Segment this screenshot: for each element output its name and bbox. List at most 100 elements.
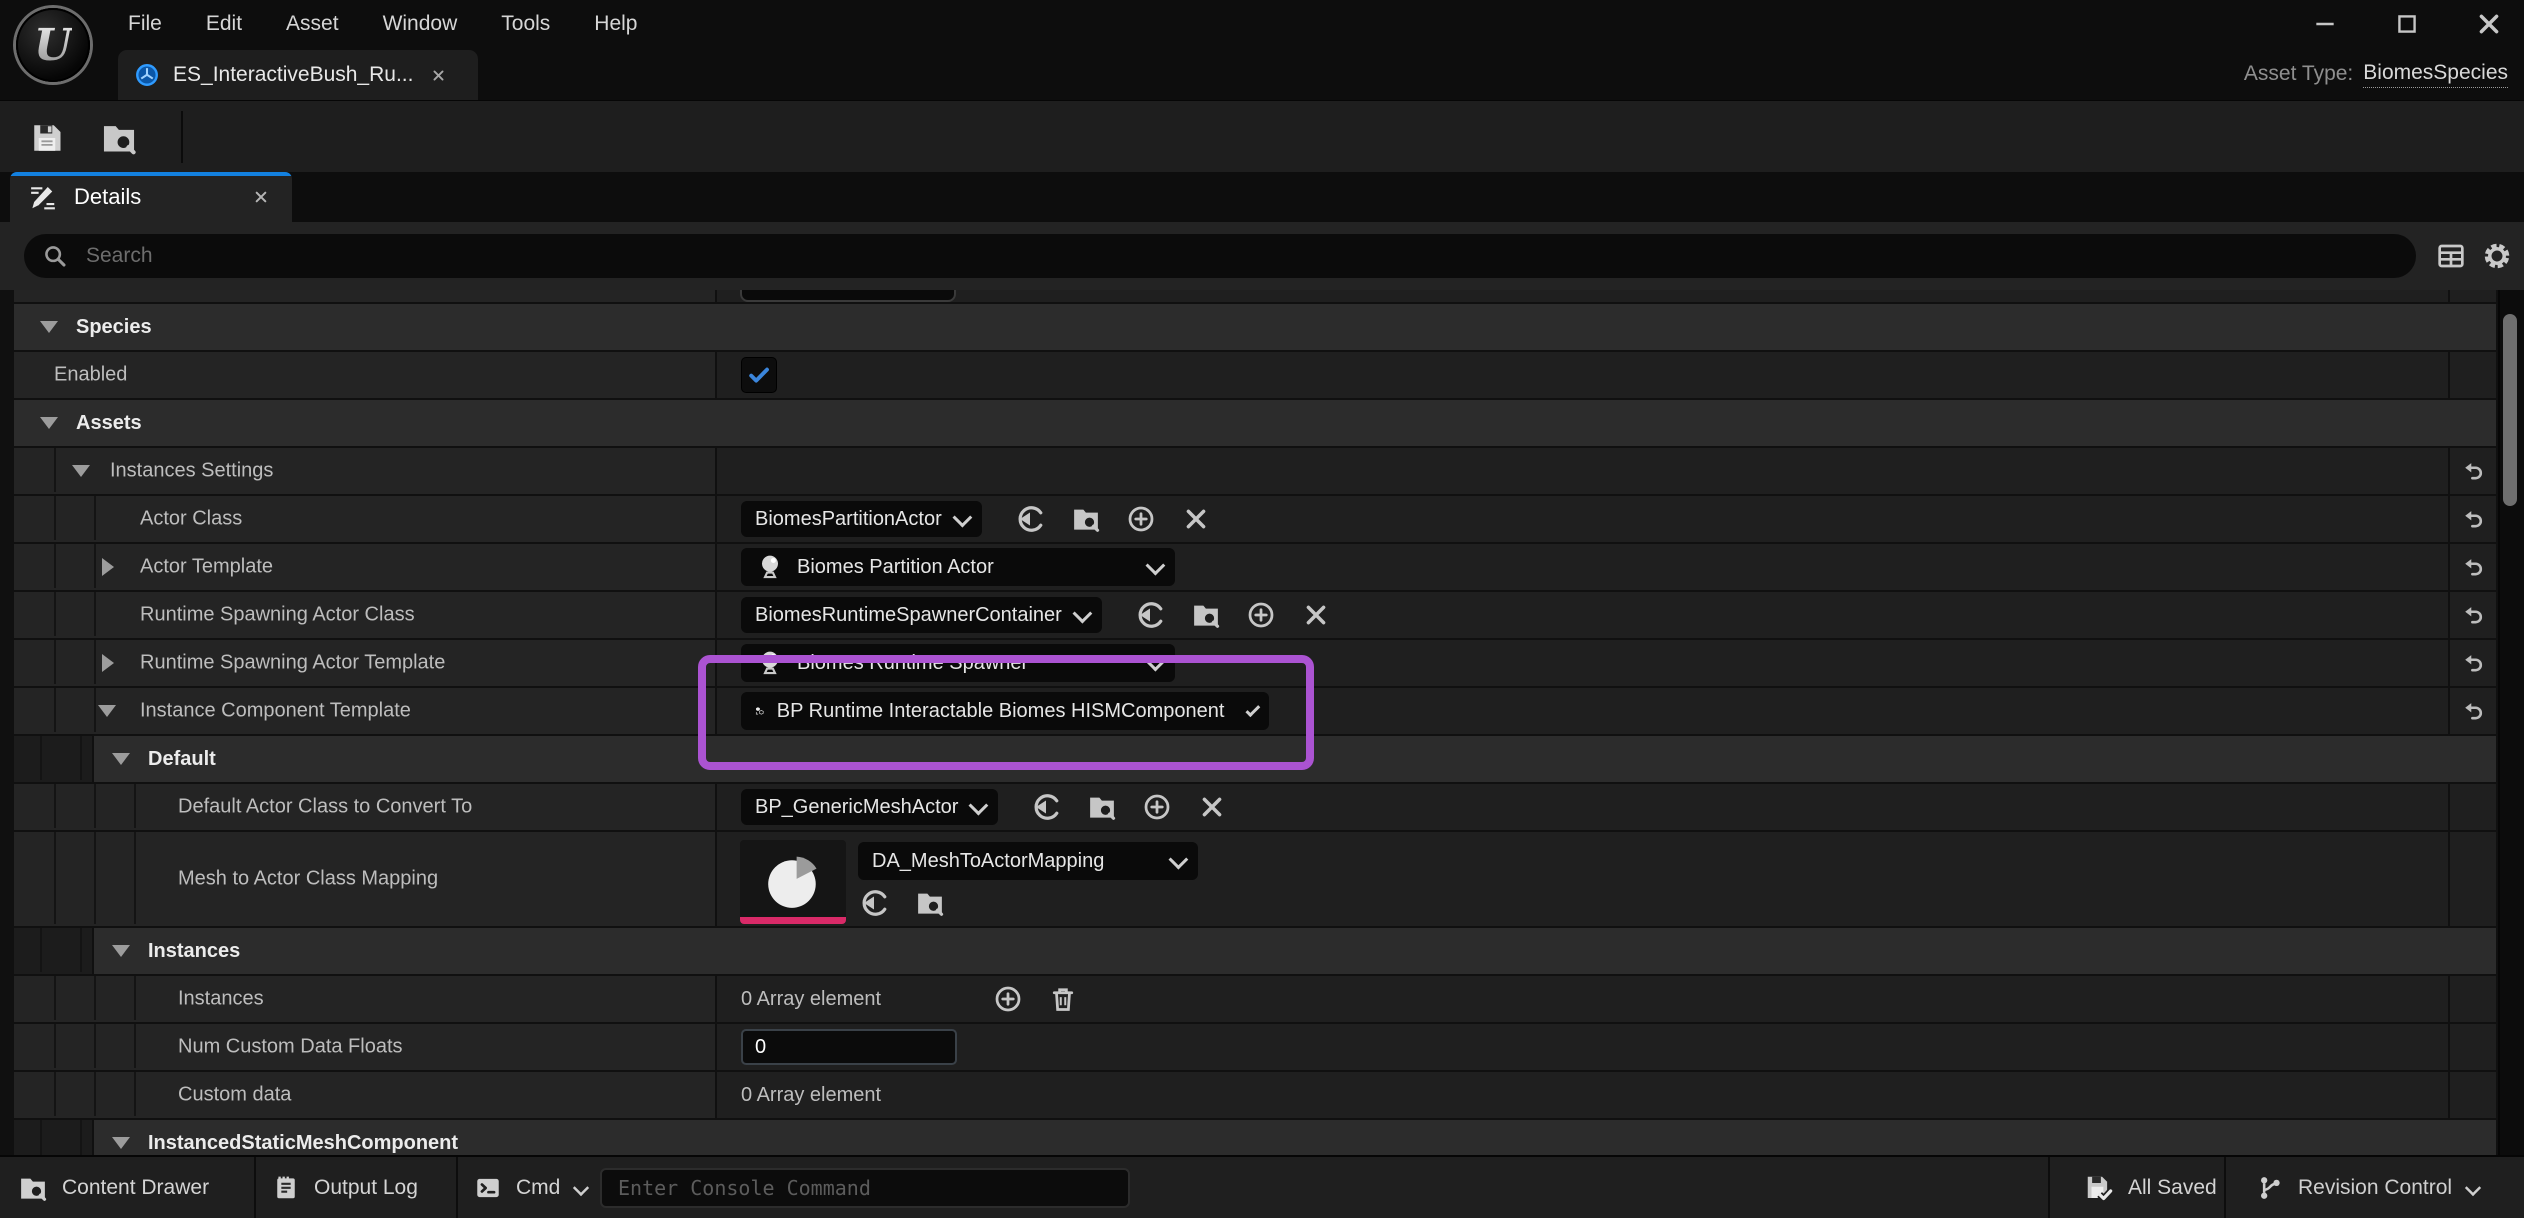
num-custom-data-floats-input[interactable] [741,1029,957,1065]
output-log-button[interactable]: Output Log [272,1157,418,1218]
use-selected-asset-button[interactable] [1014,502,1048,536]
window-edge [2518,290,2524,1155]
runtime-spawning-actor-class-dropdown[interactable]: BiomesRuntimeSpawnerContainer [741,597,1102,633]
scrollbar-track[interactable] [2498,290,2520,1155]
browse-to-asset-button[interactable] [913,886,947,920]
scrollbar-thumb[interactable] [2503,314,2517,506]
console-command-input[interactable] [616,1175,1114,1201]
expand-arrow-icon[interactable] [112,945,130,957]
add-array-element-button[interactable] [991,982,1025,1016]
expand-arrow-icon[interactable] [112,753,130,765]
branch-icon [2256,1174,2284,1202]
console-command-field[interactable] [600,1168,1130,1208]
category-row-assets[interactable]: Assets [0,400,2524,448]
unreal-logo-icon[interactable]: U [16,8,90,82]
asset-tab-label: ES_InteractiveBush_Ru... [173,63,413,87]
actor-icon [755,648,785,678]
category-label: Species [76,316,152,339]
use-selected-asset-button[interactable] [1134,598,1168,632]
tab-details[interactable]: Details [10,172,292,222]
reset-to-default-button[interactable] [2456,598,2490,632]
enabled-checkbox[interactable] [741,357,777,393]
content-drawer-button[interactable]: Content Drawer [18,1157,209,1218]
reset-to-default-button[interactable] [2456,694,2490,728]
menu-bar: File Edit Asset Window Tools Help [0,0,2524,48]
browse-to-asset-button[interactable] [1189,598,1223,632]
reset-to-default-button[interactable] [2456,454,2490,488]
property-row-actor-template: Actor Template Biomes Partition Actor [0,544,2524,592]
details-tab-close-icon[interactable] [248,184,274,210]
search-field[interactable] [24,234,2416,278]
asset-tab-close-icon[interactable] [426,63,450,87]
expand-arrow-icon[interactable] [40,417,58,429]
all-saved-button[interactable]: All Saved [2084,1157,2217,1218]
dropdown-value: Biomes Runtime Spawner [797,652,1028,675]
subcategory-row-default[interactable]: Default [0,736,2524,784]
dropdown-value: Biomes Partition Actor [797,556,994,579]
expand-arrow-icon[interactable] [112,1137,130,1149]
settings-gear-icon[interactable] [2480,239,2514,273]
revision-control-button[interactable]: Revision Control [2256,1157,2480,1218]
asset-color-bar [740,917,846,924]
asset-tab[interactable]: ES_InteractiveBush_Ru... [118,50,478,100]
actor-class-dropdown[interactable]: BiomesPartitionActor [741,501,982,537]
close-window-button[interactable] [2472,7,2506,41]
expand-arrow-icon[interactable] [72,465,90,477]
minimize-button[interactable] [2308,7,2342,41]
menu-window[interactable]: Window [383,12,458,36]
browse-to-asset-button[interactable] [96,115,142,161]
create-new-button[interactable] [1244,598,1278,632]
browse-to-asset-button[interactable] [1085,790,1119,824]
subcategory-row-instances[interactable]: Instances [0,928,2524,976]
subcategory-row-instanced-static-mesh-component[interactable]: InstancedStaticMeshComponent [0,1120,2524,1155]
default-actor-class-dropdown[interactable]: BP_GenericMeshActor [741,789,998,825]
clear-button[interactable] [1299,598,1333,632]
clipped-input-field[interactable] [740,290,956,302]
expand-arrow-icon[interactable] [102,654,114,672]
clear-button[interactable] [1195,790,1229,824]
expand-arrow-icon[interactable] [98,705,116,717]
maximize-button[interactable] [2390,7,2424,41]
actor-template-dropdown[interactable]: Biomes Partition Actor [741,548,1175,586]
search-input[interactable] [84,243,2406,269]
use-selected-asset-button[interactable] [1030,790,1064,824]
clear-button[interactable] [1179,502,1213,536]
reset-to-default-button[interactable] [2456,502,2490,536]
expand-arrow-icon[interactable] [102,558,114,576]
asset-type-value[interactable]: BiomesSpecies [2363,61,2508,88]
create-new-button[interactable] [1140,790,1174,824]
instance-component-template-dropdown[interactable]: BP Runtime Interactable Biomes HISMCompo… [741,692,1269,730]
menu-help[interactable]: Help [594,12,637,36]
property-row-runtime-spawning-actor-class: Runtime Spawning Actor Class BiomesRunti… [0,592,2524,640]
create-new-button[interactable] [1124,502,1158,536]
menu-tools[interactable]: Tools [501,12,550,36]
cmd-dropdown-button[interactable]: Cmd [474,1157,588,1218]
use-selected-asset-button[interactable] [858,886,892,920]
browse-to-asset-button[interactable] [1069,502,1103,536]
empty-array-button[interactable] [1046,982,1080,1016]
menu-edit[interactable]: Edit [206,12,242,36]
property-label: Enabled [54,364,127,387]
expand-arrow-icon[interactable] [40,321,58,333]
menu-file[interactable]: File [128,12,162,36]
property-label: Runtime Spawning Actor Class [140,604,415,627]
statusbar-separator [2048,1157,2050,1218]
all-saved-label: All Saved [2128,1176,2217,1200]
property-label: Mesh to Actor Class Mapping [178,868,438,891]
menu-asset[interactable]: Asset [286,12,339,36]
runtime-spawning-actor-template-dropdown[interactable]: Biomes Runtime Spawner [741,644,1175,682]
display-filter-icon[interactable] [2434,239,2468,273]
details-tab-label: Details [74,184,232,210]
subcategory-label: Instances [148,940,240,963]
category-row-species[interactable]: Species [0,304,2524,352]
reset-to-default-button[interactable] [2456,646,2490,680]
property-row-default-actor-class: Default Actor Class to Convert To BP_Gen… [0,784,2524,832]
reset-to-default-button[interactable] [2456,550,2490,584]
subcategory-label: Default [148,748,216,771]
asset-thumbnail[interactable] [740,840,846,924]
save-button[interactable] [24,115,70,161]
mesh-mapping-dropdown[interactable]: DA_MeshToActorMapping [858,842,1198,880]
property-row-instances-array: Instances 0 Array element [0,976,2524,1024]
asset-type-label: Asset Type: [2244,62,2353,86]
dropdown-value: BiomesRuntimeSpawnerContainer [755,604,1062,627]
